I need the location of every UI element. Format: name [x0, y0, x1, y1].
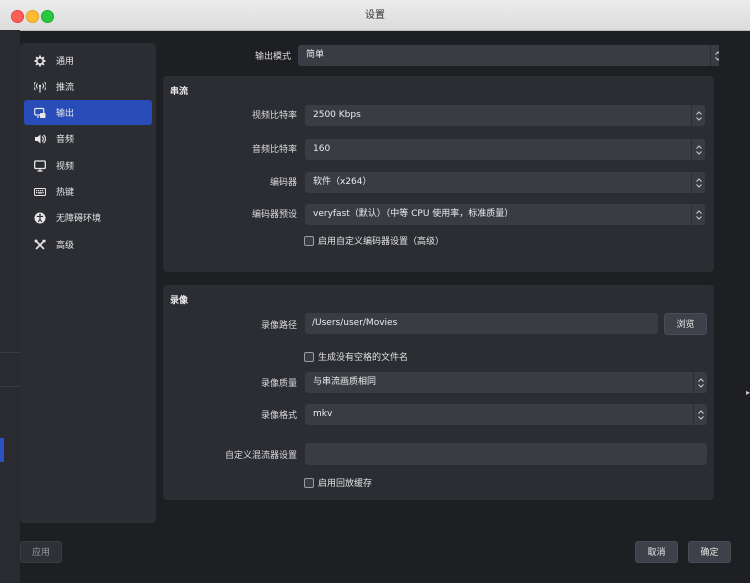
recording-path-input[interactable]: /Users/user/Movies: [305, 313, 658, 334]
custom-encoder-settings-checkbox[interactable]: [304, 235, 314, 246]
settings-content: 输出模式 简单 串流 视频比特率 2500 Kbps 音频比特率 160 编码器: [163, 40, 719, 526]
browse-button[interactable]: 浏览: [664, 313, 707, 335]
accessibility-icon: [32, 210, 48, 226]
recording-quality-select[interactable]: 与串流画质相同: [305, 372, 707, 393]
replay-buffer-row[interactable]: 启用回放缓存: [304, 476, 372, 489]
updown-arrows-icon[interactable]: [691, 105, 705, 126]
output-icon: [32, 105, 48, 121]
sidebar-item-output[interactable]: 输出: [24, 100, 152, 125]
sidebar-item-stream[interactable]: 推流: [24, 74, 152, 99]
updown-arrows-icon: [693, 404, 707, 425]
updown-arrows-icon: [693, 372, 707, 393]
output-mode-select[interactable]: 简单: [298, 45, 719, 66]
video-bitrate-label: 视频比特率: [251, 111, 297, 121]
encoder-value: 软件（x264）: [313, 177, 372, 187]
no-space-filename-checkbox[interactable]: [304, 351, 314, 362]
cancel-button[interactable]: 取消: [635, 541, 678, 563]
sidebar-item-label: 无障碍环境: [56, 214, 102, 224]
sidebar-item-label: 推流: [56, 83, 75, 93]
background-window-edge: [0, 30, 20, 583]
custom-muxer-input[interactable]: [305, 443, 707, 465]
custom-muxer-label: 自定义混流器设置: [224, 451, 297, 461]
settings-sidebar: 通用 推流 输出 音频 视频 热键 无障碍环境 高级: [20, 43, 156, 523]
sidebar-item-audio[interactable]: 音频: [24, 126, 152, 151]
recording-format-label: 录像格式: [260, 411, 297, 421]
output-mode-value: 简单: [306, 50, 325, 60]
recording-format-select[interactable]: mkv: [305, 404, 707, 425]
sidebar-item-label: 输出: [56, 109, 75, 119]
apply-button[interactable]: 应用: [20, 541, 62, 563]
encoder-select[interactable]: 软件（x264）: [305, 172, 705, 193]
encoder-label: 编码器: [269, 178, 297, 188]
updown-arrows-icon: [691, 139, 705, 160]
encoder-preset-value: veryfast（默认）（中等 CPU 使用率，标准质量）: [313, 209, 514, 219]
ok-button[interactable]: 确定: [688, 541, 731, 563]
custom-encoder-settings-label: 启用自定义编码器设置（高级）: [318, 237, 445, 247]
updown-arrows-icon: [691, 204, 705, 225]
sidebar-item-advanced[interactable]: 高级: [24, 232, 152, 257]
recording-section-title: 录像: [170, 296, 189, 306]
no-space-filename-label: 生成没有空格的文件名: [318, 353, 409, 363]
recording-panel: 录像 录像路径 /Users/user/Movies 浏览 生成没有空格的文件名…: [163, 285, 714, 500]
speaker-icon: [32, 131, 48, 147]
custom-encoder-settings-row[interactable]: 启用自定义编码器设置（高级）: [304, 234, 444, 247]
sidebar-item-label: 热键: [56, 188, 75, 198]
updown-arrows-icon: [710, 45, 719, 66]
antenna-icon: [32, 79, 48, 95]
sidebar-item-label: 音频: [56, 135, 75, 145]
recording-path-label: 录像路径: [260, 321, 297, 331]
encoder-preset-select[interactable]: veryfast（默认）（中等 CPU 使用率，标准质量）: [305, 204, 705, 225]
keyboard-icon: [32, 184, 48, 200]
sidebar-item-video[interactable]: 视频: [24, 153, 152, 178]
recording-quality-label: 录像质量: [260, 379, 297, 389]
encoder-preset-label: 编码器预设: [251, 210, 297, 220]
output-mode-label: 输出模式: [254, 52, 291, 62]
streaming-section-title: 串流: [170, 87, 189, 97]
title-bar: 设置: [0, 0, 750, 31]
recording-quality-value: 与串流画质相同: [313, 377, 377, 387]
background-window-edge-right: ▸: [746, 388, 750, 397]
audio-bitrate-label: 音频比特率: [251, 145, 297, 155]
video-bitrate-spinbox[interactable]: 2500 Kbps: [305, 105, 705, 126]
streaming-panel: 串流 视频比特率 2500 Kbps 音频比特率 160 编码器 软件（x264…: [163, 76, 714, 272]
updown-arrows-icon: [691, 172, 705, 193]
gear-icon: [32, 53, 48, 69]
replay-buffer-checkbox[interactable]: [304, 477, 314, 488]
sidebar-item-general[interactable]: 通用: [24, 48, 152, 73]
video-bitrate-value: 2500 Kbps: [313, 110, 361, 120]
sidebar-item-label: 通用: [56, 57, 75, 67]
tools-icon: [32, 237, 48, 253]
no-space-filename-row[interactable]: 生成没有空格的文件名: [304, 350, 408, 363]
audio-bitrate-value: 160: [313, 144, 331, 154]
sidebar-item-accessibility[interactable]: 无障碍环境: [24, 205, 152, 230]
sidebar-item-label: 视频: [56, 162, 75, 172]
sidebar-item-label: 高级: [56, 241, 75, 251]
sidebar-item-hotkeys[interactable]: 热键: [24, 179, 152, 204]
recording-format-value: mkv: [313, 409, 333, 419]
audio-bitrate-select[interactable]: 160: [305, 139, 705, 160]
window-title: 设置: [365, 10, 385, 21]
monitor-icon: [32, 158, 48, 174]
replay-buffer-label: 启用回放缓存: [318, 479, 373, 489]
